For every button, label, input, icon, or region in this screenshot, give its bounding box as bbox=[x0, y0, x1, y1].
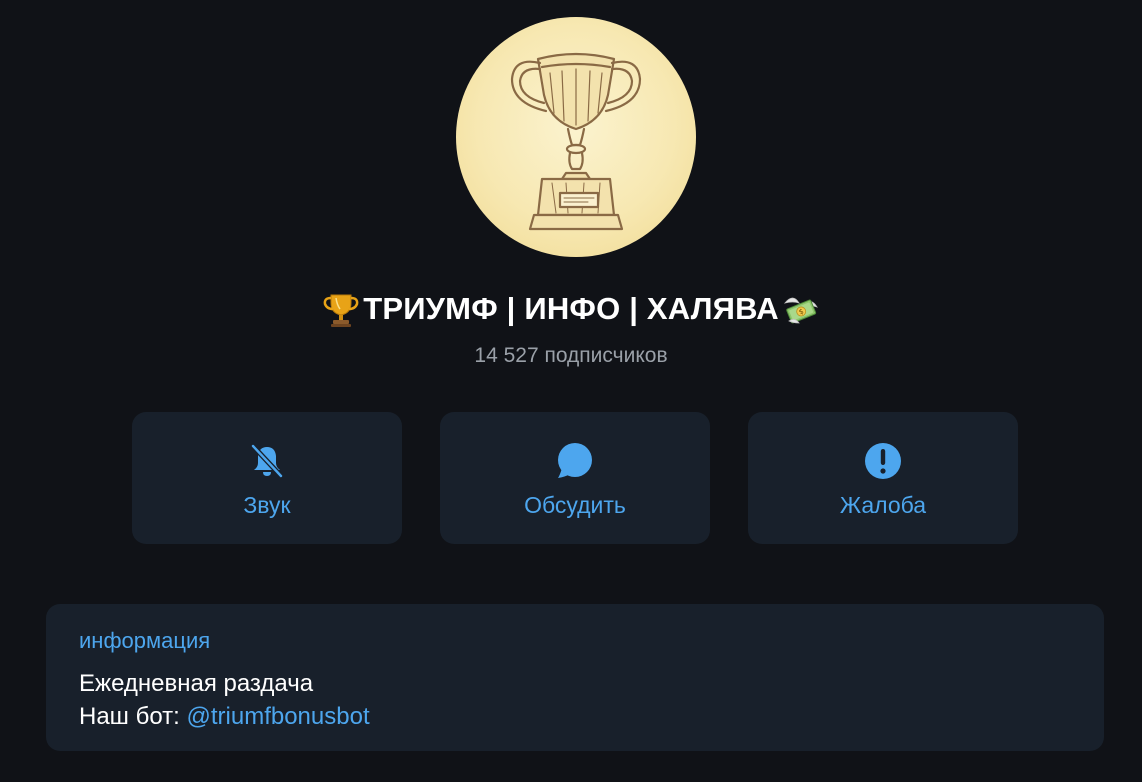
bot-username-link[interactable]: @triumfbonusbot bbox=[187, 703, 370, 730]
info-card: информация Ежедневная раздача Наш бот: @… bbox=[46, 604, 1104, 751]
trophy-emoji-icon bbox=[323, 294, 359, 327]
sound-button[interactable]: Звук bbox=[132, 412, 402, 544]
chat-bubble-icon bbox=[558, 443, 592, 478]
trophy-sketch-icon bbox=[510, 52, 642, 231]
discuss-button[interactable]: Обсудить bbox=[440, 412, 710, 544]
exclamation-circle-icon bbox=[865, 443, 901, 479]
info-bot-line: Наш бот: @triumfbonusbot bbox=[79, 703, 370, 731]
info-bot-prefix: Наш бот: bbox=[79, 703, 187, 730]
subscriber-count: 14 527 подписчиков bbox=[474, 344, 668, 367]
discuss-button-label: Обсудить bbox=[524, 492, 626, 518]
info-heading: информация bbox=[79, 628, 211, 653]
report-button[interactable]: Жалоба bbox=[748, 412, 1018, 544]
channel-avatar[interactable] bbox=[456, 17, 696, 257]
money-with-wings-emoji-icon: $ bbox=[783, 297, 818, 324]
info-description: Ежедневная раздача bbox=[79, 670, 314, 697]
report-button-label: Жалоба bbox=[839, 492, 927, 518]
channel-title-row: ТРИУМФ | ИНФО | ХАЛЯВА $ bbox=[0, 286, 1142, 332]
channel-title: ТРИУМФ | ИНФО | ХАЛЯВА bbox=[363, 291, 779, 326]
sound-button-label: Звук bbox=[243, 492, 291, 518]
bell-slash-icon bbox=[250, 443, 284, 479]
